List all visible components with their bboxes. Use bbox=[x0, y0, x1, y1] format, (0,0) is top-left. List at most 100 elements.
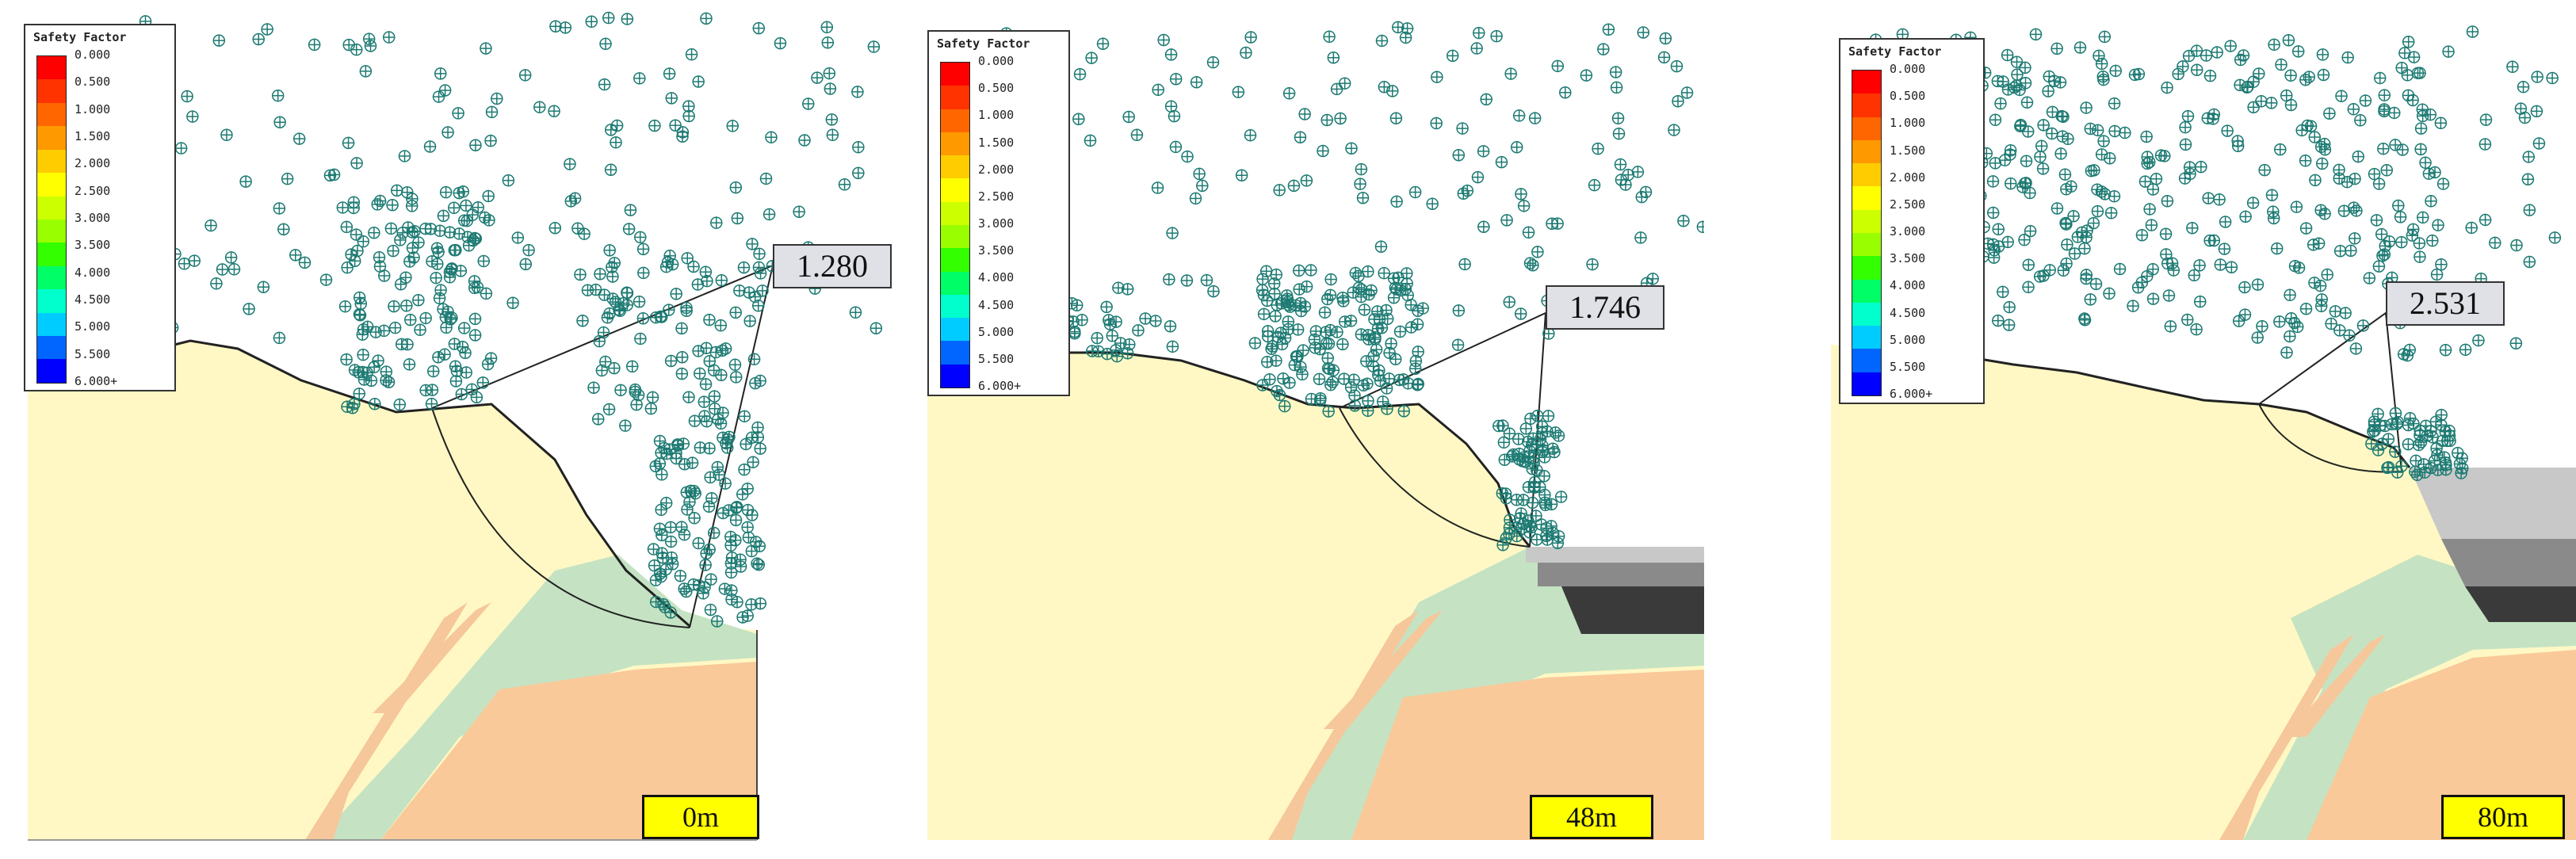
trial-center-marker bbox=[749, 376, 762, 390]
trial-center-marker bbox=[2472, 334, 2485, 347]
trial-center-marker bbox=[660, 447, 674, 460]
trial-center-marker bbox=[352, 365, 365, 379]
legend-swatch bbox=[941, 248, 969, 272]
trial-center-marker bbox=[2523, 255, 2536, 269]
legend-label: 3.000 bbox=[978, 216, 1015, 231]
trial-center-marker bbox=[649, 460, 663, 473]
trial-center-marker bbox=[2060, 183, 2073, 196]
trial-center-marker bbox=[1321, 362, 1335, 375]
trial-center-marker bbox=[1323, 30, 1336, 44]
trial-center-marker bbox=[1522, 226, 1535, 239]
trial-center-marker bbox=[2002, 319, 2016, 331]
safety-factor-value: 1.746 bbox=[1546, 285, 1664, 330]
trial-center-marker bbox=[2431, 449, 2444, 462]
trial-center-marker bbox=[663, 67, 676, 80]
legend-label: 0.000 bbox=[75, 48, 111, 62]
trial-center-marker bbox=[1602, 23, 1615, 36]
trial-center-marker bbox=[468, 275, 481, 288]
trial-center-marker bbox=[1534, 433, 1547, 445]
legend-label: 1.500 bbox=[75, 129, 111, 143]
trial-center-marker bbox=[2271, 242, 2284, 255]
trial-center-marker bbox=[2057, 110, 2070, 124]
trial-center-marker bbox=[1348, 389, 1361, 402]
trial-center-marker bbox=[1130, 128, 1144, 142]
trial-center-marker bbox=[2146, 262, 2159, 276]
trial-center-marker bbox=[2303, 71, 2316, 83]
trial-center-marker bbox=[2349, 342, 2363, 355]
trial-center-marker bbox=[825, 113, 839, 126]
trial-center-marker bbox=[1994, 97, 2007, 110]
trial-center-marker bbox=[2258, 163, 2271, 177]
trial-center-marker bbox=[2043, 70, 2056, 83]
trial-center-marker bbox=[1542, 410, 1555, 422]
trial-center-marker bbox=[350, 228, 363, 241]
trial-center-marker bbox=[700, 414, 713, 428]
trial-center-marker bbox=[1112, 281, 1125, 295]
legend-swatch bbox=[37, 336, 66, 360]
trial-center-marker bbox=[1526, 462, 1538, 475]
safety-factor-value: 2.531 bbox=[2386, 281, 2505, 326]
trial-center-marker bbox=[670, 288, 682, 300]
trial-center-marker bbox=[1368, 313, 1381, 326]
trial-center-marker bbox=[726, 120, 740, 132]
trial-center-marker bbox=[743, 315, 756, 327]
legend-swatch bbox=[1852, 349, 1881, 372]
trial-center-marker bbox=[1169, 72, 1183, 86]
legend-label: 2.000 bbox=[978, 162, 1015, 177]
trial-center-marker bbox=[468, 312, 482, 326]
trial-center-marker bbox=[2453, 457, 2467, 471]
trial-center-marker bbox=[549, 20, 562, 33]
trial-center-marker bbox=[2436, 178, 2450, 190]
trial-center-marker bbox=[1322, 405, 1335, 418]
trial-center-marker bbox=[1157, 33, 1170, 47]
trial-center-marker bbox=[729, 534, 742, 547]
trial-center-marker bbox=[357, 323, 370, 336]
legend-swatch bbox=[941, 271, 969, 295]
trial-center-marker bbox=[261, 23, 273, 36]
trial-center-marker bbox=[869, 322, 883, 334]
legend-label: 1.000 bbox=[75, 101, 111, 116]
trial-center-marker bbox=[423, 140, 437, 153]
trial-center-marker bbox=[1293, 283, 1305, 296]
trial-center-marker bbox=[676, 126, 690, 139]
trial-center-marker bbox=[2203, 69, 2217, 82]
legend-swatch bbox=[1852, 279, 1881, 303]
trial-center-marker bbox=[621, 13, 634, 25]
safety-factor-legend: Safety Factor 0.000 0.500 1.000 1.500 2.000 2… bbox=[24, 24, 176, 391]
trial-center-marker bbox=[692, 345, 705, 357]
trial-center-marker bbox=[708, 526, 720, 540]
trial-center-marker bbox=[412, 293, 425, 307]
trial-center-marker bbox=[2078, 242, 2091, 255]
trial-center-marker bbox=[212, 34, 226, 47]
trial-center-marker bbox=[224, 251, 238, 264]
trial-center-marker bbox=[1313, 372, 1326, 386]
panel-80m: Safety Factor 0.000 0.500 1.000 1.500 2.000 2… bbox=[1815, 0, 2576, 859]
trial-center-marker bbox=[186, 110, 199, 123]
trial-center-marker bbox=[377, 324, 391, 338]
trial-center-marker bbox=[419, 311, 432, 325]
excavation-depth-label: 48m bbox=[1530, 795, 1653, 839]
trial-center-marker bbox=[2378, 89, 2391, 101]
trial-center-marker bbox=[342, 38, 355, 52]
trial-center-marker bbox=[1551, 59, 1565, 73]
trial-center-marker bbox=[700, 12, 713, 25]
trial-center-marker bbox=[694, 367, 706, 380]
trial-center-marker bbox=[1536, 445, 1549, 459]
trial-centers-cluster bbox=[1928, 41, 2455, 337]
legend-label: 3.500 bbox=[978, 243, 1015, 258]
trial-center-marker bbox=[1288, 358, 1301, 372]
trial-center-marker bbox=[1193, 167, 1206, 181]
trial-center-marker bbox=[2238, 308, 2252, 321]
trial-center-marker bbox=[621, 299, 634, 311]
trial-center-marker bbox=[2479, 138, 2492, 151]
trial-center-marker bbox=[1320, 337, 1333, 350]
legend-swatch bbox=[37, 242, 66, 266]
trial-center-marker bbox=[1380, 304, 1393, 317]
trial-center-marker bbox=[1597, 43, 1610, 55]
trial-center-marker bbox=[710, 615, 724, 628]
trial-center-marker bbox=[604, 124, 617, 136]
trial-center-marker bbox=[685, 48, 698, 61]
legend-swatch bbox=[1852, 116, 1881, 140]
trial-center-marker bbox=[2160, 248, 2173, 261]
trial-center-marker bbox=[2181, 313, 2194, 326]
